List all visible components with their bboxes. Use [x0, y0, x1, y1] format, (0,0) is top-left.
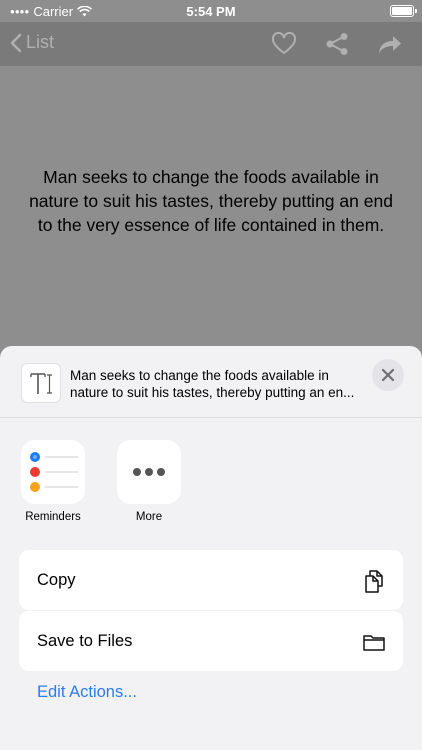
back-button[interactable]: List [10, 32, 54, 53]
folder-icon [361, 629, 387, 655]
back-label: List [26, 32, 55, 52]
heart-icon[interactable] [271, 31, 297, 56]
close-icon [381, 368, 395, 382]
status-bar: ●●●● Carrier 5:54 PM [0, 0, 422, 22]
share-sheet-header: Man seeks to change the foods available … [0, 346, 422, 418]
text-document-icon [21, 363, 61, 403]
action-group-copy: Copy [19, 550, 403, 610]
navigation-bar: List [0, 22, 422, 66]
app-more[interactable]: More [116, 440, 182, 523]
reminders-icon [21, 440, 85, 504]
app-label: Reminders [25, 511, 81, 523]
edit-actions-link[interactable]: Edit Actions... [37, 683, 137, 702]
clock: 5:54 PM [186, 4, 236, 19]
copy-action[interactable]: Copy [19, 550, 403, 610]
app-row: Reminders More [0, 440, 422, 530]
quote-area: Man seeks to change the foods available … [0, 66, 422, 356]
share-sheet: Man seeks to change the foods available … [0, 346, 422, 750]
copy-icon [361, 568, 387, 594]
quote-text: Man seeks to change the foods available … [29, 167, 393, 235]
share-preview-text: Man seeks to change the foods available … [70, 368, 355, 400]
more-icon [117, 440, 181, 504]
chevron-left-icon [10, 33, 22, 52]
close-button[interactable] [372, 359, 404, 391]
save-to-files-action[interactable]: Save to Files [19, 611, 403, 671]
action-group-files: Save to Files [19, 611, 403, 671]
forward-icon[interactable] [376, 32, 402, 56]
action-label: Save to Files [37, 631, 133, 650]
app-label: More [135, 511, 163, 523]
action-label: Copy [37, 570, 76, 589]
battery-icon [390, 5, 417, 17]
app-reminders[interactable]: Reminders [20, 440, 86, 523]
share-icon[interactable] [324, 32, 350, 56]
